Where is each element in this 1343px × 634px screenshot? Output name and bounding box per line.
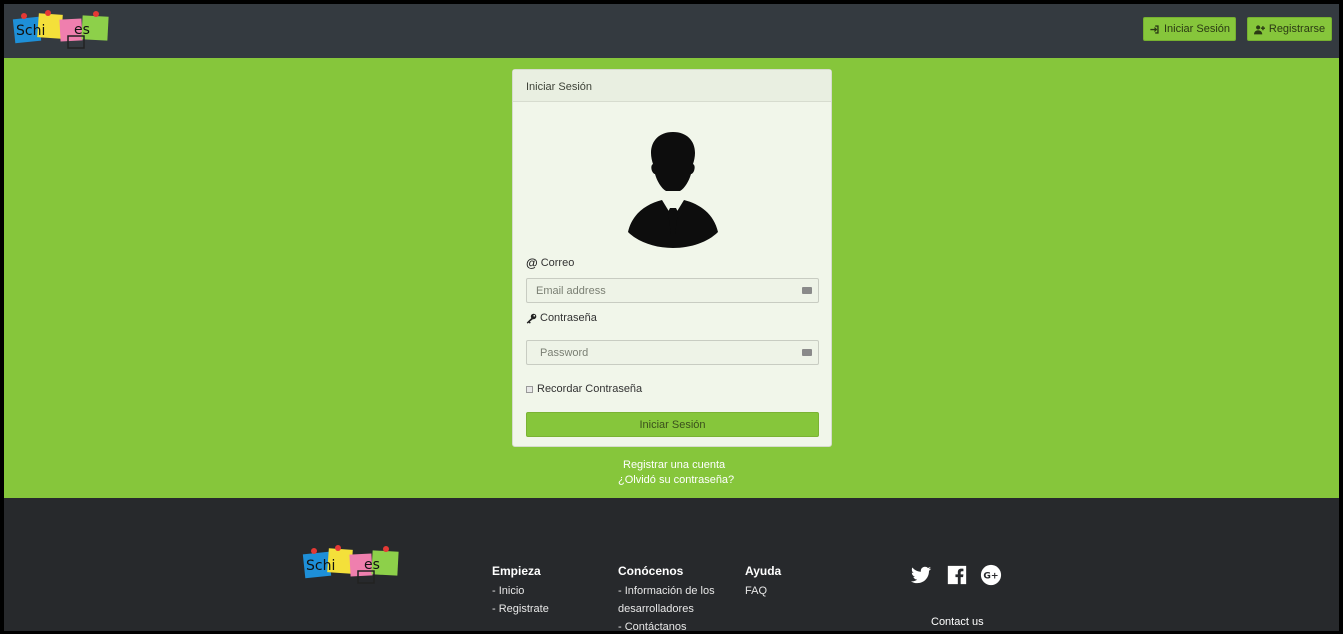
email-label: Correo [540, 257, 575, 269]
contact-us-link[interactable]: Contact us [931, 616, 984, 628]
sign-in-icon [1150, 24, 1159, 34]
remember-label: Recordar Contraseña [537, 383, 643, 395]
footer-link-inicio[interactable]: - Inicio [492, 585, 524, 597]
header-login-label: Iniciar Sesión [1163, 23, 1231, 35]
twitter-icon[interactable] [910, 564, 932, 586]
svg-text:Schi: Schi [306, 558, 335, 574]
svg-text:Schi: Schi [16, 23, 45, 39]
login-submit-button[interactable]: Iniciar Sesión [526, 412, 819, 437]
email-input[interactable] [526, 278, 819, 303]
svg-text:G+: G+ [983, 571, 998, 582]
keyboard-icon [802, 287, 812, 294]
footer-col-title-conocenos: Conócenos [618, 564, 684, 578]
footer: Schi es Empieza - Inicio - Registrate Co… [4, 498, 1339, 631]
header-login-button[interactable]: Iniciar Sesión [1143, 17, 1236, 41]
page-frame: Schi es Iniciar Sesión Registrarse Inici… [4, 4, 1339, 631]
footer-schinotes-logo[interactable]: Schi es [302, 545, 400, 585]
user-avatar-icon [628, 132, 718, 248]
register-account-link[interactable]: Registrar una cuenta [623, 459, 725, 471]
footer-link-desarrolladores-cont[interactable]: desarrolladores [618, 603, 694, 615]
schinotes-logo[interactable]: Schi es [12, 10, 110, 50]
password-label: Contraseña [540, 312, 597, 324]
remember-checkbox[interactable] [526, 385, 533, 393]
footer-col-title-ayuda: Ayuda [745, 564, 782, 578]
footer-link-faq[interactable]: FAQ [745, 585, 767, 597]
footer-link-desarrolladores[interactable]: - Información de los [618, 585, 715, 597]
user-plus-icon [1253, 24, 1265, 34]
facebook-icon[interactable] [946, 564, 968, 586]
login-card: Iniciar Sesión @ Correo Contraseña Recor… [512, 69, 832, 447]
google-plus-icon[interactable]: G+ [980, 564, 1002, 586]
footer-link-contactanos[interactable]: - Contáctanos [618, 621, 686, 631]
header-register-label: Registrarse [1268, 23, 1326, 35]
top-navbar: Schi es Iniciar Sesión Registrarse [4, 4, 1339, 58]
header-register-button[interactable]: Registrarse [1247, 17, 1332, 41]
forgot-password-link[interactable]: ¿Olvidó su contraseña? [618, 474, 734, 486]
svg-text:es: es [74, 22, 90, 38]
password-label-row: Contraseña [526, 312, 597, 324]
footer-col-title-empieza: Empieza [492, 564, 541, 578]
password-input[interactable] [526, 340, 819, 365]
footer-link-registrate[interactable]: - Registrate [492, 603, 549, 615]
key-icon [526, 313, 537, 324]
keyboard-icon [802, 349, 812, 356]
card-title: Iniciar Sesión [513, 70, 831, 102]
email-label-row: @ Correo [526, 256, 574, 270]
remember-password[interactable]: Recordar Contraseña [526, 383, 642, 395]
at-icon: @ [526, 256, 538, 270]
svg-text:es: es [364, 557, 380, 573]
